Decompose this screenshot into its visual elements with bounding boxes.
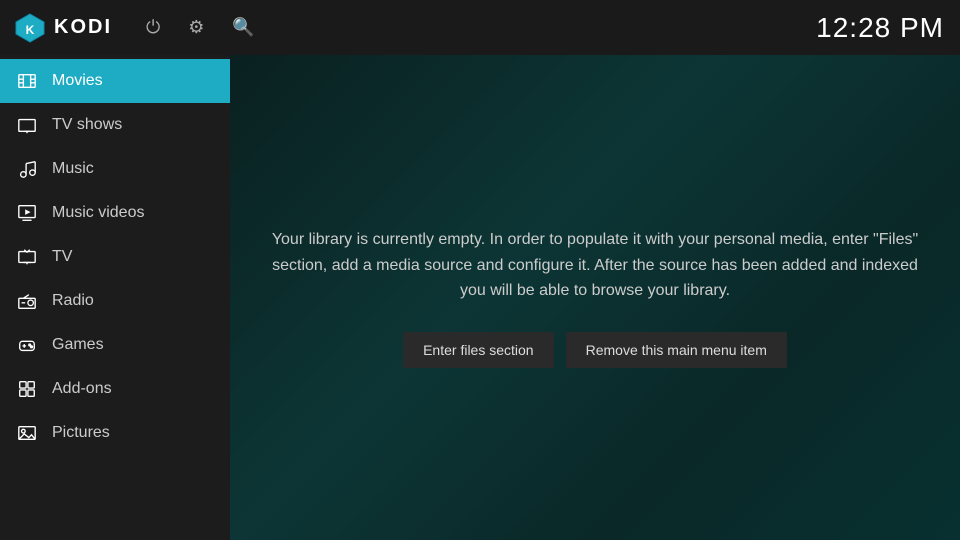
sidebar-item-label-radio: Radio: [52, 292, 94, 310]
top-bar: K KODI ⏻ ⚙ 🔍 12:28 PM: [0, 0, 960, 55]
games-icon: [16, 334, 38, 356]
enter-files-button[interactable]: Enter files section: [403, 332, 554, 368]
kodi-icon: K: [14, 12, 46, 44]
sidebar-item-label-games: Games: [52, 336, 104, 354]
tv-shows-icon: [16, 114, 38, 136]
sidebar-item-label-add-ons: Add-ons: [52, 380, 112, 398]
sidebar-item-music-videos[interactable]: Music videos: [0, 191, 230, 235]
kodi-logo: K KODI: [0, 0, 126, 55]
radio-icon: [16, 290, 38, 312]
app-title: KODI: [54, 16, 112, 39]
sidebar-item-label-tv: TV: [52, 248, 72, 266]
add-ons-icon: [16, 378, 38, 400]
time-display: 12:28 PM: [816, 12, 944, 44]
sidebar-item-music[interactable]: Music: [0, 147, 230, 191]
empty-library-message: Your library is currently empty. In orde…: [270, 227, 920, 304]
main-content: Movies TV shows Music Music videos TV Radio Ga…: [0, 55, 960, 540]
remove-menu-item-button[interactable]: Remove this main menu item: [566, 332, 787, 368]
sidebar: Movies TV shows Music Music videos TV Radio Ga…: [0, 55, 230, 540]
top-bar-left: K KODI ⏻ ⚙ 🔍: [0, 0, 255, 55]
settings-icon[interactable]: ⚙: [188, 17, 204, 38]
tv-icon: [16, 246, 38, 268]
sidebar-item-label-music: Music: [52, 160, 94, 178]
power-icon[interactable]: ⏻: [146, 17, 160, 38]
sidebar-item-label-movies: Movies: [52, 72, 103, 90]
svg-text:K: K: [26, 23, 35, 37]
empty-library-box: Your library is currently empty. In orde…: [270, 227, 920, 368]
sidebar-item-label-music-videos: Music videos: [52, 204, 144, 222]
sidebar-item-tv[interactable]: TV: [0, 235, 230, 279]
music-videos-icon: [16, 202, 38, 224]
content-area: Your library is currently empty. In orde…: [230, 55, 960, 540]
search-icon[interactable]: 🔍: [232, 17, 254, 38]
action-buttons: Enter files section Remove this main men…: [270, 332, 920, 368]
sidebar-item-label-pictures: Pictures: [52, 424, 110, 442]
sidebar-item-add-ons[interactable]: Add-ons: [0, 367, 230, 411]
sidebar-item-pictures[interactable]: Pictures: [0, 411, 230, 455]
sidebar-item-tv-shows[interactable]: TV shows: [0, 103, 230, 147]
music-icon: [16, 158, 38, 180]
movies-icon: [16, 70, 38, 92]
top-bar-icons: ⏻ ⚙ 🔍: [126, 17, 255, 38]
sidebar-item-radio[interactable]: Radio: [0, 279, 230, 323]
sidebar-item-games[interactable]: Games: [0, 323, 230, 367]
pictures-icon: [16, 422, 38, 444]
sidebar-item-label-tv-shows: TV shows: [52, 116, 122, 134]
sidebar-item-movies[interactable]: Movies: [0, 59, 230, 103]
